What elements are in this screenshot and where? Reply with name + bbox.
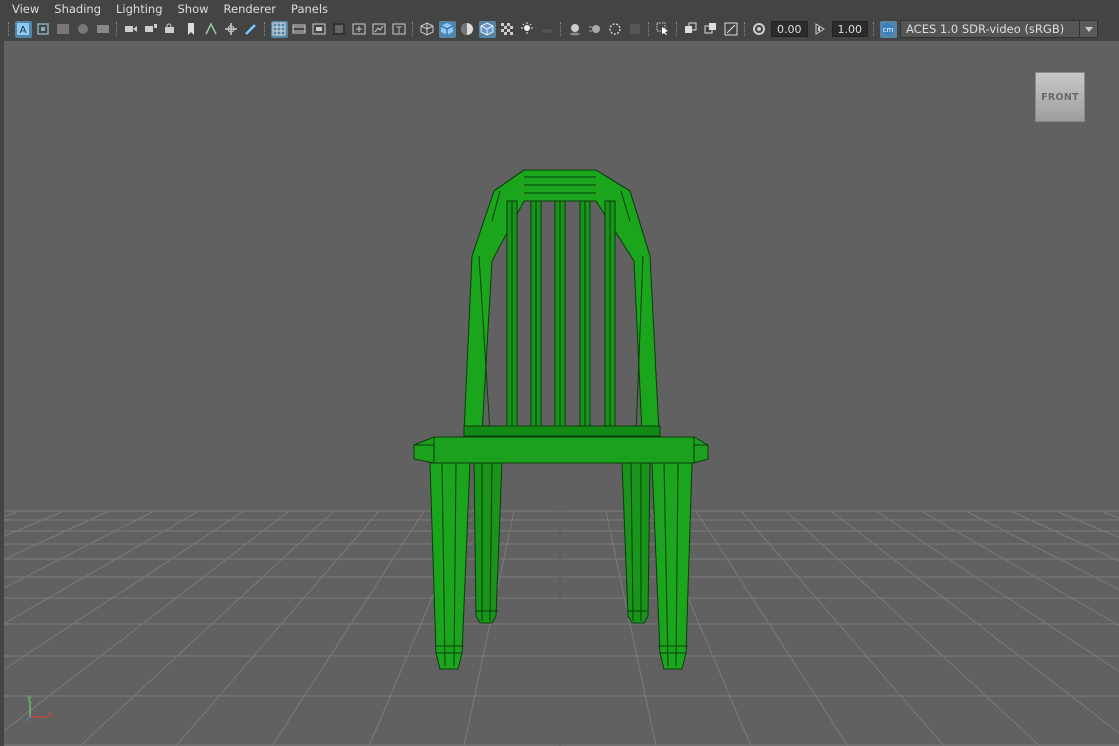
menu-panels[interactable]: Panels bbox=[291, 0, 328, 18]
wireframe-on-shaded-icon[interactable] bbox=[478, 20, 496, 38]
toolbar-separator bbox=[744, 22, 746, 36]
frame-icon[interactable] bbox=[35, 21, 52, 38]
chair-back-leg-right bbox=[621, 460, 651, 624]
grid-view-icon[interactable] bbox=[55, 21, 72, 38]
menu-shading[interactable]: Shading bbox=[54, 0, 101, 18]
film-gate-toggle-icon[interactable] bbox=[291, 21, 308, 38]
xray-active-components-icon[interactable] bbox=[703, 21, 720, 38]
select-camera-icon[interactable]: A bbox=[14, 20, 32, 38]
camera-lock-icon[interactable] bbox=[163, 21, 180, 38]
chair-seat bbox=[413, 436, 709, 464]
motion-blur-icon[interactable] bbox=[587, 21, 604, 38]
toolbar-separator bbox=[8, 22, 10, 36]
resolution-gate-toggle-icon[interactable] bbox=[311, 21, 328, 38]
svg-text:cm: cm bbox=[883, 26, 894, 34]
resolution-gate-icon[interactable] bbox=[95, 21, 112, 38]
exposure-field[interactable]: 1.00 bbox=[831, 21, 868, 37]
toolbar-separator bbox=[264, 22, 266, 36]
color-space-label: ACES 1.0 SDR-video (sRGB) bbox=[906, 22, 1065, 36]
gate-mask-icon[interactable] bbox=[331, 21, 348, 38]
xray-joints-icon[interactable] bbox=[723, 21, 740, 38]
toolbar-separator bbox=[412, 22, 414, 36]
depth-of-field-icon[interactable] bbox=[627, 21, 644, 38]
chair-spindles bbox=[506, 200, 616, 434]
panel-toolbar: A T 0.00 1.00 cm ACES 1.0 SDR-video (sRG… bbox=[0, 18, 1119, 40]
svg-text:A: A bbox=[20, 25, 27, 36]
chair-front-leg-left bbox=[429, 462, 471, 670]
axis-gizmo: y x bbox=[25, 693, 52, 722]
menu-view[interactable]: View bbox=[12, 0, 39, 18]
camera-attributes-icon[interactable] bbox=[143, 21, 160, 38]
isolate-select-icon[interactable] bbox=[655, 21, 672, 38]
film-gate-icon[interactable] bbox=[75, 21, 92, 38]
toolbar-separator bbox=[873, 22, 875, 36]
ground-grid bbox=[4, 510, 1119, 746]
chair-mesh[interactable] bbox=[413, 169, 709, 670]
chevron-down-icon[interactable] bbox=[1079, 21, 1097, 37]
toolbar-separator bbox=[676, 22, 678, 36]
textured-icon[interactable] bbox=[499, 21, 516, 38]
chair-back-leg-left bbox=[473, 460, 503, 624]
menu-show[interactable]: Show bbox=[178, 0, 209, 18]
camera-icon[interactable] bbox=[123, 21, 140, 38]
safe-action-icon[interactable] bbox=[371, 21, 388, 38]
smooth-shade-icon[interactable] bbox=[438, 20, 456, 38]
gamma-icon[interactable] bbox=[751, 21, 768, 38]
image-plane-icon[interactable] bbox=[203, 21, 220, 38]
color-management-icon[interactable]: cm bbox=[879, 20, 897, 38]
gamma-field[interactable]: 0.00 bbox=[771, 21, 808, 37]
axis-y-label: y bbox=[27, 693, 32, 702]
xray-icon[interactable] bbox=[683, 21, 700, 38]
anti-aliasing-icon[interactable] bbox=[607, 21, 624, 38]
grease-pencil-icon[interactable] bbox=[243, 21, 260, 38]
toolbar-separator bbox=[560, 22, 562, 36]
viewport-3d[interactable]: FRONT y x bbox=[4, 41, 1119, 746]
screen-space-ao-icon[interactable] bbox=[567, 21, 584, 38]
default-material-icon[interactable] bbox=[459, 21, 476, 38]
axis-x-label: x bbox=[47, 710, 52, 719]
toolbar-separator bbox=[116, 22, 118, 36]
exposure-icon[interactable] bbox=[811, 21, 828, 38]
svg-text:T: T bbox=[395, 26, 402, 36]
two-d-pan-icon[interactable] bbox=[223, 21, 240, 38]
chair-front-leg-right bbox=[651, 462, 693, 670]
menu-lighting[interactable]: Lighting bbox=[116, 0, 162, 18]
lighting-icon[interactable] bbox=[519, 21, 536, 38]
color-space-dropdown[interactable]: ACES 1.0 SDR-video (sRGB) bbox=[900, 20, 1098, 38]
field-chart-icon[interactable] bbox=[351, 21, 368, 38]
view-cube-label: FRONT bbox=[1041, 91, 1079, 103]
toolbar-separator bbox=[648, 22, 650, 36]
scene-canvas bbox=[4, 169, 1119, 746]
wireframe-icon[interactable] bbox=[419, 21, 436, 38]
shadows-icon[interactable] bbox=[539, 21, 556, 38]
grid-icon[interactable] bbox=[270, 20, 288, 38]
safe-title-icon[interactable]: T bbox=[391, 21, 408, 38]
menu-bar: View Shading Lighting Show Renderer Pane… bbox=[0, 0, 1119, 18]
view-cube[interactable]: FRONT bbox=[1035, 72, 1085, 122]
bookmark-icon[interactable] bbox=[183, 21, 200, 38]
menu-renderer[interactable]: Renderer bbox=[224, 0, 277, 18]
